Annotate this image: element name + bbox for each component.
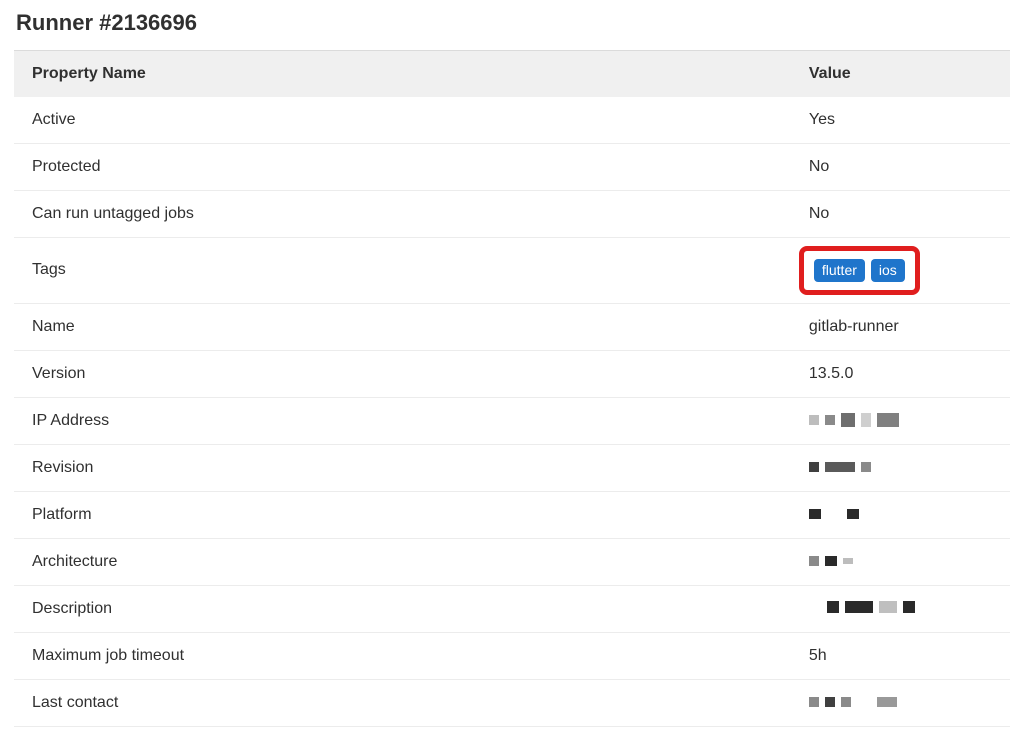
table-row: Last contact (14, 679, 1010, 726)
prop-value: gitlab-runner (791, 303, 1010, 350)
redacted-text (809, 413, 899, 427)
prop-value: No (791, 144, 1010, 191)
prop-value-redacted (791, 444, 1010, 491)
table-row: Version 13.5.0 (14, 350, 1010, 397)
prop-label: Can run untagged jobs (14, 191, 791, 238)
tag-badge[interactable]: flutter (814, 259, 865, 282)
redacted-text (809, 462, 871, 472)
redacted-text (827, 601, 915, 613)
prop-label: Version (14, 350, 791, 397)
prop-value: Yes (791, 97, 1010, 144)
page-title: Runner #2136696 (14, 10, 1010, 36)
prop-label: Architecture (14, 538, 791, 585)
prop-label: Protected (14, 144, 791, 191)
header-property: Property Name (14, 51, 791, 98)
table-row: Tags flutter ios (14, 238, 1010, 304)
prop-value: 5h (791, 632, 1010, 679)
table-row: IP Address (14, 397, 1010, 444)
prop-label: Maximum job timeout (14, 632, 791, 679)
table-header-row: Property Name Value (14, 51, 1010, 98)
runner-properties-table: Property Name Value Active Yes Protected… (14, 50, 1010, 727)
prop-value-redacted (791, 397, 1010, 444)
prop-value: No (791, 191, 1010, 238)
table-row: Description (14, 585, 1010, 632)
prop-value-redacted (791, 585, 1010, 632)
table-row: Active Yes (14, 97, 1010, 144)
prop-value: 13.5.0 (791, 350, 1010, 397)
table-row: Name gitlab-runner (14, 303, 1010, 350)
prop-label: Description (14, 585, 791, 632)
prop-label: Active (14, 97, 791, 144)
prop-label: Name (14, 303, 791, 350)
prop-value-redacted (791, 538, 1010, 585)
prop-label: Last contact (14, 679, 791, 726)
redacted-text (809, 509, 859, 519)
table-row: Architecture (14, 538, 1010, 585)
prop-value-tags: flutter ios (791, 238, 1010, 304)
prop-label: Tags (14, 238, 791, 304)
prop-value-redacted (791, 491, 1010, 538)
table-row: Can run untagged jobs No (14, 191, 1010, 238)
redacted-text (809, 556, 853, 566)
redacted-text (809, 697, 897, 707)
table-row: Platform (14, 491, 1010, 538)
table-row: Maximum job timeout 5h (14, 632, 1010, 679)
tag-badge[interactable]: ios (871, 259, 905, 282)
prop-value-redacted (791, 679, 1010, 726)
prop-label: Revision (14, 444, 791, 491)
prop-label: IP Address (14, 397, 791, 444)
table-row: Revision (14, 444, 1010, 491)
header-value: Value (791, 51, 1010, 98)
tags-highlight-box: flutter ios (799, 246, 920, 295)
prop-label: Platform (14, 491, 791, 538)
table-row: Protected No (14, 144, 1010, 191)
